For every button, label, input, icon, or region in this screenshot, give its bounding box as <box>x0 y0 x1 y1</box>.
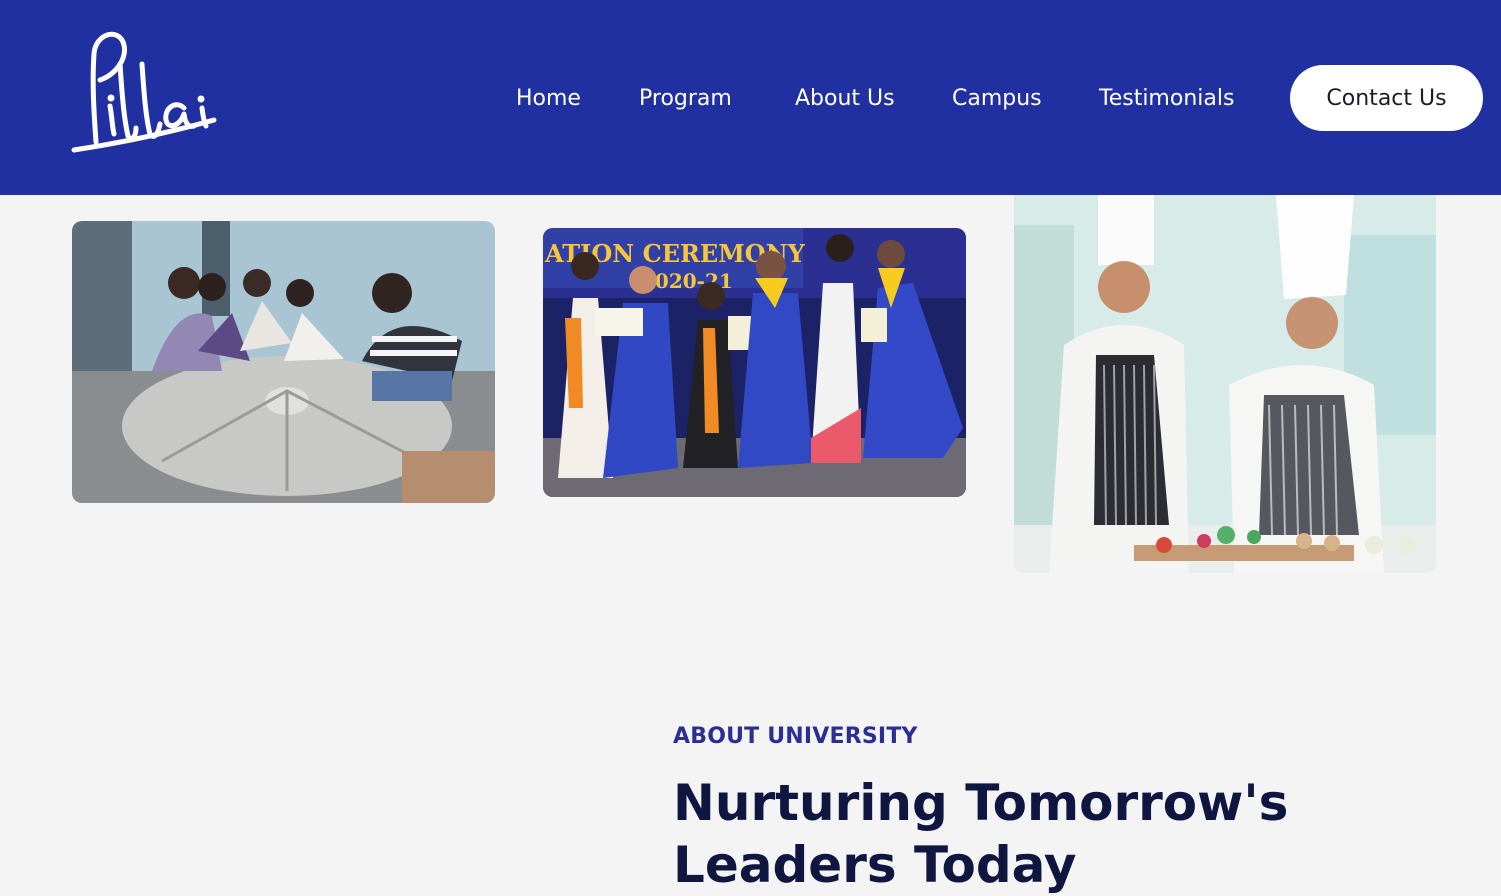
nav-program[interactable]: Program <box>639 84 732 114</box>
site-header: Home Program About Us Campus Testimonial… <box>0 0 1501 195</box>
section-headline: Nurturing Tomorrow's Leaders Today <box>673 774 1289 894</box>
photo-graduation-ceremony: ATION CEREMONY 2020-21 <box>543 228 966 497</box>
nav-testimonials[interactable]: Testimonials <box>1099 84 1234 114</box>
pillai-logo[interactable] <box>64 24 224 156</box>
contact-us-button[interactable]: Contact Us <box>1290 65 1483 131</box>
nav-home[interactable]: Home <box>516 84 581 114</box>
nav-about-us[interactable]: About Us <box>795 84 895 114</box>
photo-students-sculpting <box>72 221 495 503</box>
nav-campus[interactable]: Campus <box>952 84 1042 114</box>
photo-chefs-cooking <box>1014 195 1436 573</box>
section-eyebrow: ABOUT UNIVERSITY <box>673 724 918 749</box>
